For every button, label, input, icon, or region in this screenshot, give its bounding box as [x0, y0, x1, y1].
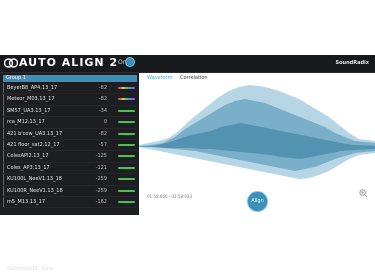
- track-level-meter: [118, 109, 135, 112]
- track-row[interactable]: Meteor_M03.13_17 -82: [3, 94, 137, 106]
- track-level-meter: [118, 87, 135, 89]
- track-offset: 0: [103, 119, 107, 126]
- header-bar: AUTO ALIGN 2 On SoundRadix: [0, 55, 375, 73]
- track-level-meter: [118, 166, 135, 169]
- track-row[interactable]: 421 floor_sat2.12_17 -57: [3, 139, 137, 152]
- track-name: KU100L_NeeV1.13_18: [7, 176, 62, 183]
- tab-correlation[interactable]: Correlation: [180, 75, 208, 81]
- app-title: AUTO ALIGN 2: [19, 56, 119, 69]
- track-name: ColesAPI2.13_17: [7, 153, 49, 160]
- brand-logo: SoundRadix: [335, 60, 369, 66]
- zoom-icon[interactable]: [359, 189, 368, 198]
- track-name: 421 b'cow_UA3.13_17: [7, 130, 63, 137]
- auto-align-logo-icon: [4, 58, 18, 68]
- track-row[interactable]: 421 b'cow_UA3.13_17 -82: [3, 128, 137, 140]
- track-row[interactable]: Coles_AP3.13_17 -121: [3, 162, 137, 175]
- track-offset: -34: [98, 107, 107, 114]
- track-level-meter: [118, 200, 135, 203]
- track-name: Coles_AP3.13_17: [7, 164, 50, 171]
- track-name: BeyerB8_AP4.13_17: [7, 85, 58, 91]
- track-row[interactable]: rca_M12.13_17 0: [3, 117, 137, 129]
- track-offset: -121: [95, 164, 107, 171]
- align-button[interactable]: Align: [247, 191, 268, 212]
- plugin-window: AUTO ALIGN 2 On SoundRadix Group 1 Beyer…: [0, 55, 375, 272]
- track-row[interactable]: KU100L_NeeV1.13_18 -259: [3, 174, 137, 186]
- timecode-readout: 01:58:666 - 01:58:934: [147, 194, 193, 199]
- track-level-meter: [118, 121, 135, 124]
- sidebar: Group 1 BeyerB8_AP4.13_17 -82 Meteor_M03.1…: [0, 73, 138, 272]
- track-offset: -259: [95, 187, 107, 194]
- tab-waveform[interactable]: Waveform: [147, 75, 172, 81]
- track-offset: -259: [95, 176, 107, 183]
- track-level-meter: [118, 155, 135, 158]
- track-level-meter: [118, 98, 135, 101]
- track-offset: -82: [98, 96, 107, 103]
- track-offset: -82: [98, 130, 107, 137]
- settings-menu[interactable]: Settings: [7, 266, 28, 272]
- track-row[interactable]: ColesAPI2.13_17 -125: [3, 151, 137, 163]
- track-level-meter: [118, 132, 135, 135]
- track-level-meter: [118, 143, 135, 146]
- track-offset: -82: [98, 85, 107, 91]
- track-name: Meteor_M03.13_17: [7, 96, 55, 103]
- footer-menu: Settings Edit View: [3, 262, 137, 274]
- waveform-display[interactable]: [139, 83, 375, 188]
- edit-menu[interactable]: Edit: [28, 266, 38, 272]
- track-name: m5_M13.13_17: [7, 198, 46, 205]
- track-name: KU100R_NeeV1.13_18: [7, 187, 63, 194]
- track-level-meter: [118, 178, 135, 181]
- track-row[interactable]: KU100R_NeeV1.13_18 -259: [3, 185, 137, 197]
- track-row[interactable]: BeyerB8_AP4.13_17 -82: [3, 83, 137, 95]
- track-offset: -57: [98, 141, 107, 148]
- track-row[interactable]: m5_M13.13_17 -162: [3, 196, 137, 209]
- track-row[interactable]: SM57_UA3.13_17 -34: [3, 105, 137, 118]
- track-level-meter: [118, 189, 135, 192]
- track-list: BeyerB8_AP4.13_17 -82 Meteor_M03.13_17 -82 S…: [3, 83, 137, 209]
- group-header[interactable]: Group 1: [3, 75, 137, 82]
- track-name: SM57_UA3.13_17: [7, 107, 51, 114]
- track-name: 421 floor_sat2.12_17: [7, 141, 60, 148]
- track-name: rca_M12.13_17: [7, 119, 45, 126]
- power-toggle[interactable]: [125, 57, 135, 67]
- view-menu[interactable]: View: [41, 266, 53, 272]
- track-offset: -125: [95, 153, 107, 160]
- track-offset: -162: [95, 198, 107, 205]
